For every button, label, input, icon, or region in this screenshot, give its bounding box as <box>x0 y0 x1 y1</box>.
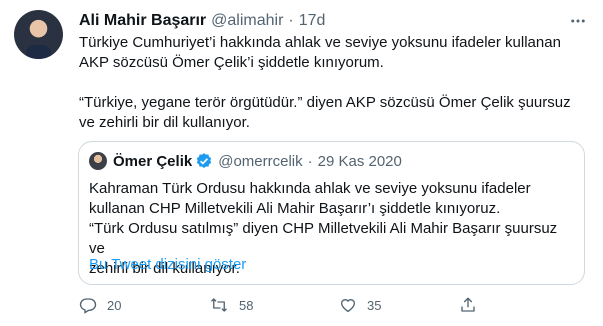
tweet-header: Ali Mahir Başarır @alimahir · 17d <box>79 10 325 32</box>
share-button[interactable] <box>459 296 477 314</box>
quoted-text-line: Kahraman Türk Ordusu hakkında ahlak ve s… <box>89 180 531 197</box>
author-avatar[interactable] <box>14 10 63 59</box>
reply-count: 20 <box>107 297 122 313</box>
more-options-icon[interactable] <box>567 12 589 30</box>
tweet-card[interactable]: Ali Mahir Başarır @alimahir · 17d Türkiy… <box>0 0 603 326</box>
tweet-text: Türkiye Cumhuriyet’i hakkında ahlak ve s… <box>79 33 589 133</box>
quoted-author-name: Ömer Çelik <box>113 152 193 170</box>
tweet-paragraph: “Türkiye, yegane terör örgütüdür.” diyen… <box>79 94 571 131</box>
verified-badge-icon <box>195 152 213 170</box>
quoted-author-handle: @omerrcelik <box>218 152 303 170</box>
like-count: 35 <box>367 297 382 313</box>
tweet-paragraph: Türkiye Cumhuriyet’i hakkında ahlak ve s… <box>79 34 561 71</box>
heart-icon <box>340 299 356 313</box>
author-name[interactable]: Ali Mahir Başarır <box>79 12 206 30</box>
quoted-text-line: “Türk Ordusu satılmış” diyen CHP Milletv… <box>89 220 558 257</box>
quoted-tweet[interactable]: Ömer Çelik @omerrcelik · 29 Kas 2020 Kah… <box>78 141 585 285</box>
quoted-author-avatar <box>89 152 107 170</box>
quoted-tweet-header: Ömer Çelik @omerrcelik · 29 Kas 2020 <box>89 150 402 172</box>
like-button[interactable]: 35 <box>339 296 439 314</box>
share-icon <box>461 297 475 312</box>
retweet-icon <box>211 298 227 312</box>
tweet-actions: 20 58 35 <box>79 294 589 316</box>
tweet-time[interactable]: 17d <box>299 12 326 30</box>
separator-dot: · <box>288 12 294 29</box>
quoted-tweet-date: 29 Kas 2020 <box>317 152 402 170</box>
show-thread-link[interactable]: Bu Tweet dizisini göster <box>89 256 246 273</box>
reply-button[interactable]: 20 <box>79 296 159 314</box>
author-handle[interactable]: @alimahir <box>211 12 283 30</box>
separator-dot: · <box>307 152 313 170</box>
retweet-button[interactable]: 58 <box>209 296 309 314</box>
quoted-text-line: kullanan CHP Milletvekili Ali Mahir Başa… <box>89 200 501 217</box>
retweet-count: 58 <box>239 297 254 313</box>
reply-icon <box>79 298 97 314</box>
